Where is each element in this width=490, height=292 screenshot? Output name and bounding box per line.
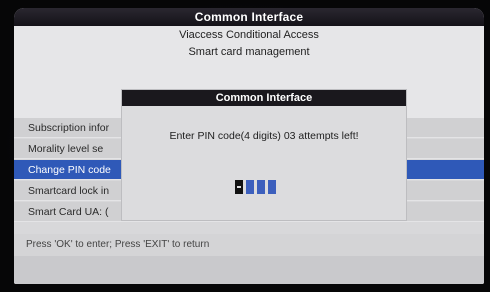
- osd-screen: Common Interface Viaccess Conditional Ac…: [14, 8, 484, 284]
- pin-digit-box: [235, 180, 243, 194]
- pin-entered-mark: [237, 186, 241, 188]
- bottom-band: [14, 256, 484, 284]
- app-title: Viaccess Conditional Access: [179, 29, 319, 41]
- pin-dialog: Common Interface Enter PIN code(4 digits…: [122, 90, 406, 220]
- tv-frame: Common Interface Viaccess Conditional Ac…: [0, 0, 490, 292]
- dialog-title: Common Interface: [122, 90, 406, 106]
- pin-digit-box: [268, 180, 276, 194]
- pin-digit-box: [257, 180, 265, 194]
- window-title: Common Interface: [14, 8, 484, 26]
- pin-prompt: Enter PIN code(4 digits) 03 attempts lef…: [169, 130, 359, 142]
- footer-hint: Press 'OK' to enter; Press 'EXIT' to ret…: [14, 234, 484, 256]
- section-title: Smart card management: [188, 46, 310, 58]
- pin-digit-box: [246, 180, 254, 194]
